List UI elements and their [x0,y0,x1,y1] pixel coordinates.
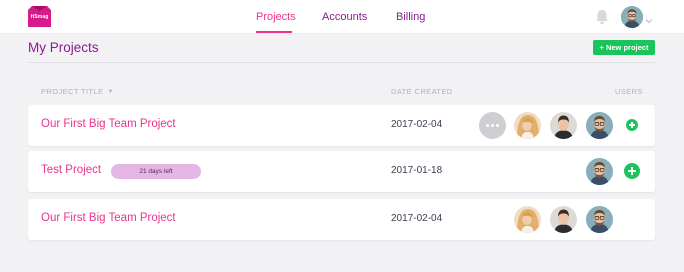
avatar[interactable] [514,206,541,233]
project-title[interactable]: Our First Big Team Project [41,118,176,130]
more-users-button[interactable] [479,112,506,139]
avatar[interactable] [550,112,577,139]
page-title: My Projects [28,40,99,55]
top-bar: HSmag Projects Accounts Billing [0,0,684,34]
column-header-date: DATE CREATED [391,87,453,96]
column-header-title[interactable]: PROJECT TITLE ▼ [41,87,114,96]
table-row[interactable]: Our First Big Team Project 2017-02-04 [28,199,655,240]
table-row[interactable]: Test Project 21 days left 2017-01-18 [28,151,655,192]
project-title[interactable]: Our First Big Team Project [41,212,176,224]
nav-tab-billing[interactable]: Billing [396,11,425,23]
nav-tab-accounts[interactable]: Accounts [322,11,367,23]
avatar[interactable] [586,112,613,139]
app-logo[interactable]: HSmag [28,6,51,27]
active-tab-indicator [256,31,292,33]
date-created: 2017-02-04 [391,119,443,130]
chevron-down-icon[interactable] [645,12,653,24]
project-title[interactable]: Test Project [41,164,101,176]
user-avatar[interactable] [621,6,643,28]
avatar[interactable] [586,158,613,185]
add-user-button[interactable] [626,119,638,131]
sort-desc-icon[interactable]: ▼ [107,89,113,95]
date-created: 2017-02-04 [391,213,443,224]
column-header-title-label: PROJECT TITLE [41,87,104,96]
avatar[interactable] [514,112,541,139]
table-row[interactable]: Our First Big Team Project 2017-02-04 [28,105,655,146]
column-header-users: USERS [615,87,643,96]
logo-text: HSmag [30,14,49,20]
new-project-button[interactable]: + New project [593,40,655,55]
avatar[interactable] [550,206,577,233]
avatar[interactable] [586,206,613,233]
date-created: 2017-01-18 [391,165,443,176]
header-divider [28,62,655,63]
add-user-button[interactable] [624,163,640,179]
days-left-badge: 21 days left [111,164,201,179]
nav-tab-projects[interactable]: Projects [256,11,296,23]
bell-icon[interactable] [595,9,609,25]
